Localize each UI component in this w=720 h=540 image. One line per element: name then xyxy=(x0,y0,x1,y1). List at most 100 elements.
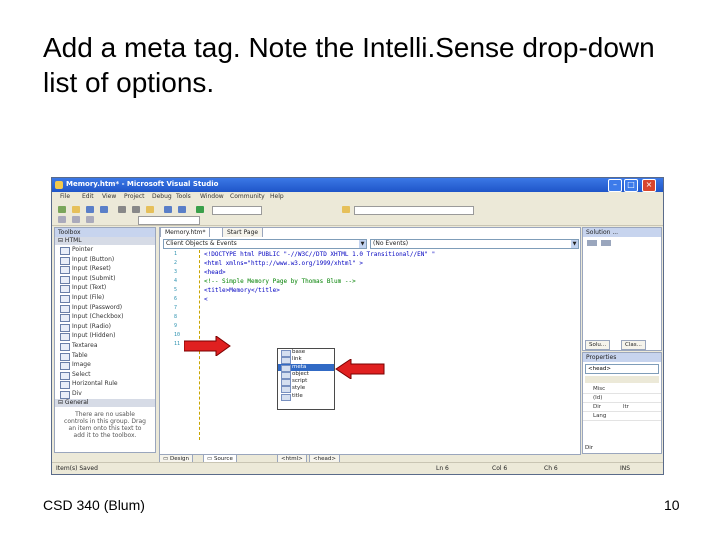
solution-header: Solution ... xyxy=(583,228,661,237)
toolbox-hint: There are no usable controls in this gro… xyxy=(64,410,146,439)
tag-icon xyxy=(281,393,291,401)
undo-icon[interactable] xyxy=(164,206,172,213)
menu-window[interactable]: Window xyxy=(200,193,224,200)
style-combo[interactable] xyxy=(138,216,200,225)
dropdown-item-style[interactable]: style xyxy=(278,385,334,394)
menu-community[interactable]: Community xyxy=(230,193,265,200)
code-line: <html xmlns="http://www.w3.org/1999/xhtm… xyxy=(204,260,363,267)
refresh-icon[interactable] xyxy=(601,240,611,246)
status-text: Item(s) Saved xyxy=(56,465,98,472)
toolbox-group-html[interactable]: ⊟ HTML xyxy=(55,237,155,245)
menu-debug[interactable]: Debug xyxy=(152,193,172,200)
find-icon[interactable] xyxy=(342,206,350,213)
dropdown-item-meta[interactable]: meta xyxy=(278,363,334,372)
tool-input-reset[interactable]: Input (Reset) xyxy=(55,264,155,275)
code-line: <!DOCTYPE html PUBLIC "-//W3C//DTD XHTML… xyxy=(204,251,436,258)
property-row[interactable]: Misc xyxy=(583,385,661,394)
minimize-button[interactable]: – xyxy=(608,179,622,192)
tool-input-file[interactable]: Input (File) xyxy=(55,293,155,303)
properties-icon[interactable] xyxy=(587,240,597,246)
save-icon[interactable] xyxy=(86,206,94,213)
maximize-button[interactable]: □ xyxy=(624,179,638,192)
save-all-icon[interactable] xyxy=(100,206,108,213)
tool-horizontal-rule[interactable]: Horizontal Rule xyxy=(55,379,155,390)
property-row[interactable]: Lang xyxy=(583,412,661,421)
window-title: Memory.htm* - Microsoft Visual Studio xyxy=(66,180,219,188)
chevron-down-icon: ▼ xyxy=(571,240,578,248)
properties-panel: Properties <head> Misc (Id) Dir ltr Lang … xyxy=(582,352,662,454)
tool-input-submit[interactable]: Input (Submit) xyxy=(55,274,155,284)
properties-object-combo[interactable]: <head> xyxy=(585,364,659,374)
code-line: <title>Memory</title> xyxy=(204,287,280,294)
property-row[interactable]: Dir ltr xyxy=(583,403,661,412)
tool-select[interactable]: Select xyxy=(55,370,155,380)
redo-icon[interactable] xyxy=(178,206,186,213)
start-debugging-icon[interactable] xyxy=(196,206,204,213)
open-icon[interactable] xyxy=(72,206,80,213)
menu-view[interactable]: View xyxy=(102,193,116,200)
tab-memory-htm[interactable]: Memory.htm* xyxy=(160,227,211,237)
code-area[interactable]: <!DOCTYPE html PUBLIC "-//W3C//DTD XHTML… xyxy=(190,250,575,304)
code-line: <!-- Simple Memory Page by Thomas Blum -… xyxy=(204,278,356,285)
dropdown-item-script[interactable]: script xyxy=(278,378,334,387)
dropdown-item-link[interactable]: link xyxy=(278,356,334,365)
tool-input-text[interactable]: Input (Text) xyxy=(55,283,155,294)
find-combo[interactable] xyxy=(354,206,474,215)
tool-input-hidden[interactable]: Input (Hidden) xyxy=(55,331,155,342)
tool-input-radio[interactable]: Input (Radio) xyxy=(55,322,155,332)
dropdown-item-base[interactable]: base xyxy=(278,349,334,357)
dropdown-item-title[interactable]: title xyxy=(278,393,334,401)
status-bar: Item(s) Saved Ln 6 Col 6 Ch 6 INS xyxy=(52,462,663,474)
menu-project[interactable]: Project xyxy=(124,193,145,200)
slide-number: 10 xyxy=(664,497,680,513)
visual-studio-window: Memory.htm* - Microsoft Visual Studio – … xyxy=(51,177,664,475)
tab-solution-explorer[interactable]: Solu... xyxy=(585,340,611,350)
code-editor[interactable]: Memory.htm* Start Page Client Objects & … xyxy=(159,227,581,455)
menu-help[interactable]: Help xyxy=(270,193,284,200)
slide-title: Add a meta tag. Note the Intelli.Sense d… xyxy=(43,32,655,98)
dropdown-item-object[interactable]: object xyxy=(278,371,334,379)
tool-table[interactable]: Table xyxy=(55,351,155,361)
menu-file[interactable]: File xyxy=(60,193,70,200)
object-combo[interactable]: Client Objects & Events ▼ xyxy=(163,239,367,249)
tool-input-password[interactable]: Input (Password) xyxy=(55,303,155,313)
bold-icon[interactable] xyxy=(72,216,80,223)
status-char: Ch 6 xyxy=(544,465,558,472)
tool-div[interactable]: Div xyxy=(55,389,155,399)
tab-start-page[interactable]: Start Page xyxy=(222,227,264,237)
event-combo[interactable]: (No Events) ▼ xyxy=(370,239,579,249)
toolbar xyxy=(52,203,663,226)
menu-tools[interactable]: Tools xyxy=(176,193,191,200)
tool-input-button[interactable]: Input (Button) xyxy=(55,255,155,265)
toolbox-group-general[interactable]: ⊟ General xyxy=(55,398,155,407)
paste-icon[interactable] xyxy=(146,206,154,213)
solution-explorer: Solution ... Solu... Clas... xyxy=(582,227,662,351)
div-icon xyxy=(60,390,70,399)
app-icon xyxy=(55,181,63,189)
line-number-gutter: 1 2 3 4 5 6 7 8 9 10 11 xyxy=(174,251,181,347)
format-icon[interactable] xyxy=(58,216,66,223)
close-button[interactable]: × xyxy=(642,179,656,192)
property-row[interactable]: (Id) xyxy=(583,394,661,403)
menu-bar: File Edit View Project Debug Tools Windo… xyxy=(52,192,663,202)
status-mode: INS xyxy=(620,465,631,472)
menu-edit[interactable]: Edit xyxy=(82,193,94,200)
copy-icon[interactable] xyxy=(132,206,140,213)
title-bar: Memory.htm* - Microsoft Visual Studio – … xyxy=(52,178,663,192)
toolbox-panel: Toolbox ⊟ HTML Pointer Input (Button) In… xyxy=(54,227,156,453)
intellisense-dropdown[interactable]: base link meta object script style title xyxy=(277,348,335,410)
tool-image[interactable]: Image xyxy=(55,360,155,371)
italic-icon[interactable] xyxy=(86,216,94,223)
tool-input-checkbox[interactable]: Input (Checkbox) xyxy=(55,312,155,323)
annotation-arrow-right xyxy=(335,359,385,379)
chevron-down-icon: ▼ xyxy=(359,240,366,248)
properties-header: Properties xyxy=(583,353,661,362)
new-project-icon[interactable] xyxy=(58,206,66,213)
tab-class-view[interactable]: Clas... xyxy=(621,340,646,350)
configuration-combo[interactable] xyxy=(212,206,262,215)
status-line: Ln 6 xyxy=(436,465,449,472)
code-line: < xyxy=(204,296,208,303)
cut-icon[interactable] xyxy=(118,206,126,213)
tool-pointer[interactable]: Pointer xyxy=(55,245,155,255)
tool-textarea[interactable]: Textarea xyxy=(55,341,155,351)
